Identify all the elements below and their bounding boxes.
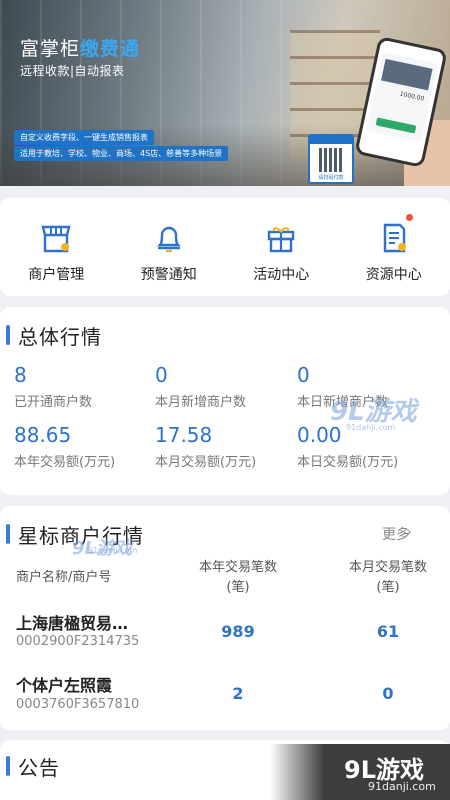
- stat-value: 0: [155, 363, 168, 387]
- qr-code-icon: [319, 148, 343, 172]
- quick-action-label: 资源中心: [365, 267, 422, 283]
- column-header-line: (笔): [226, 580, 250, 595]
- banner-desc-line1: 自定义收费字段、一键生成销售报表: [14, 130, 154, 145]
- phone-screen-image: [381, 58, 433, 91]
- column-header-monthly-count: 本月交易笔数 (笔): [330, 558, 446, 598]
- banner-title: 富掌柜缴费通: [20, 34, 140, 61]
- stat-opened-merchants: 8 已开通商户数: [14, 363, 92, 410]
- qr-caption: 请扫码付款: [318, 175, 344, 181]
- stat-yearly-volume: 88.65 本年交易额(万元): [14, 423, 115, 470]
- column-header-yearly-count: 本年交易笔数 (笔): [180, 558, 296, 598]
- quick-action-label: 活动中心: [253, 267, 310, 283]
- column-header-line: 本月交易笔数: [348, 560, 427, 575]
- watermark-banner: 9L游戏 91danji.com: [270, 744, 450, 800]
- banner-title-highlight: 缴费通: [80, 38, 141, 60]
- stat-value: 8: [14, 363, 27, 387]
- quick-action-label: 商户管理: [28, 267, 85, 283]
- quick-actions-card: 商户管理 预警通知 活动中心 资源中心: [0, 198, 450, 296]
- monthly-count: 61: [376, 622, 400, 641]
- yearly-count: 2: [232, 684, 244, 703]
- quick-action-merchant-management[interactable]: 商户管理: [0, 198, 113, 296]
- merchant-id: 0003760F3657810: [16, 697, 140, 712]
- gift-icon: [261, 218, 301, 258]
- stat-label: 本年交易额(万元): [14, 455, 116, 470]
- stat-label: 已开通商户数: [14, 395, 93, 410]
- stat-label: 本月新增商户数: [155, 395, 247, 410]
- yearly-count: 989: [221, 622, 255, 641]
- stat-value: 17.58: [155, 423, 213, 447]
- overall-market-card: 总体行情 8 已开通商户数 0 本月新增商户数 0 本日新增商户数 88.65 …: [0, 307, 450, 495]
- stat-monthly-new-merchants: 0 本月新增商户数: [155, 363, 246, 410]
- banner-title-main: 富掌柜: [20, 38, 81, 60]
- stat-value: 0: [297, 363, 310, 387]
- banner-desc-line2: 适用于教培、学校、物业、商场、4S店、慈善等多种场景: [14, 146, 229, 161]
- stat-monthly-volume: 17.58 本月交易额(万元): [155, 423, 256, 470]
- column-header-line: 本年交易笔数: [198, 560, 277, 575]
- chevron-right-icon[interactable]: ›: [406, 522, 412, 541]
- column-header-line: (笔): [376, 580, 400, 595]
- merchant-id: 0002900F2314735: [16, 634, 140, 649]
- stat-value: 88.65: [14, 423, 72, 447]
- stat-label: 本日交易额(万元): [297, 455, 399, 470]
- merchant-name: 上海唐楹贸易…: [16, 614, 129, 633]
- shop-icon: [36, 218, 76, 258]
- banner-subtitle: 远程收款|自动报表: [20, 64, 125, 78]
- column-header-name: 商户名称/商户号: [16, 570, 112, 585]
- quick-action-resource-center[interactable]: 资源中心: [338, 198, 450, 296]
- section-title: 总体行情: [6, 321, 102, 350]
- promo-banner[interactable]: 富掌柜缴费通 远程收款|自动报表 自定义收费字段、一键生成销售报表 适用于教培、…: [0, 0, 450, 186]
- bell-icon: [149, 218, 189, 258]
- section-title: 公告: [6, 752, 60, 781]
- phone-screen: 1000.00: [366, 52, 438, 143]
- qr-code-card: 请扫码付款: [308, 134, 354, 184]
- phone-pay-button: [375, 117, 417, 134]
- quick-action-label: 预警通知: [140, 267, 197, 283]
- document-icon: [374, 218, 414, 258]
- monthly-count: 0: [382, 684, 394, 703]
- quick-action-activity-center[interactable]: 活动中心: [225, 198, 338, 296]
- watermark-site: 91danji.com: [346, 423, 396, 432]
- star-merchants-card: 星标商户行情 更多 › 9L游戏 91danji.com 商户名称/商户号 本年…: [0, 506, 450, 730]
- merchant-name: 个体户左照霞: [16, 676, 113, 695]
- notification-dot: [406, 214, 413, 221]
- watermark-site: 91danji.com: [88, 546, 138, 555]
- watermark-site: 91danji.com: [368, 780, 436, 793]
- stat-label: 本月交易额(万元): [155, 455, 257, 470]
- quick-action-alert-notification[interactable]: 预警通知: [113, 198, 226, 296]
- qr-card-header: [310, 136, 352, 144]
